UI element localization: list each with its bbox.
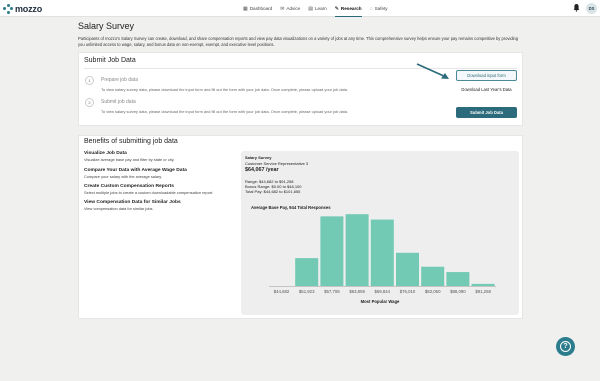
x-tick-label: $76,010 [400, 289, 416, 294]
help-button[interactable]: ? [556, 337, 575, 356]
dashboard-icon: ▦ [243, 5, 248, 12]
question-mark-icon: ? [560, 341, 571, 352]
chart-x-label: Most Popular Wage [360, 299, 400, 304]
book-icon: ▤ [308, 5, 313, 12]
download-input-form-button[interactable]: Download input form [456, 70, 517, 81]
nav-label: Research [340, 6, 362, 11]
card-title: Benefits of submitting job data [84, 138, 178, 145]
user-avatar[interactable]: DS [586, 3, 597, 14]
step-title: Prepare job data [101, 77, 138, 83]
submit-job-data-button[interactable]: Submit Job Data [456, 107, 517, 118]
chart-bar[interactable] [471, 283, 495, 286]
page-intro: Participants of mozzo's Salary Survey ca… [78, 36, 519, 47]
x-tick-label: $91,258 [475, 289, 491, 294]
nav-label: Safety [374, 6, 388, 11]
nav-research[interactable]: ✎ Research [334, 4, 362, 17]
chart-bar[interactable] [421, 266, 445, 286]
mozzo-logo[interactable]: mozzo [3, 3, 42, 14]
salary-survey-panel: Salary Survey Customer Service Represent… [241, 151, 519, 315]
step-description: To view salary survey data, please downl… [101, 109, 348, 114]
research-icon: ✎ [334, 5, 339, 12]
x-tick-label: $69,844 [375, 289, 391, 294]
nav-label: Advice [286, 6, 301, 11]
benefit-description: Select multiple jobs to create a custom … [84, 190, 214, 195]
benefit-description: Visualize average base pay and filter by… [84, 157, 175, 162]
x-tick-label: $88,090 [450, 289, 466, 294]
notification-bell-icon[interactable] [573, 3, 580, 12]
chart-bar[interactable] [370, 219, 394, 286]
chat-icon: ✉ [280, 5, 285, 12]
nav-dashboard[interactable]: ▦ Dashboard [243, 4, 272, 13]
step-number: 1 [85, 76, 94, 85]
benefit-title: View Compensation Data for Similar Jobs [84, 200, 181, 205]
benefit-item: Visualize Job Data Visualize average bas… [84, 151, 174, 162]
benefit-title: Create Custom Compensation Reports [84, 184, 174, 189]
download-last-year-button[interactable]: Download Last Year's Data [456, 84, 517, 95]
chart-bar[interactable] [295, 258, 319, 286]
submit-job-data-card: Submit Job Data 1 Prepare job data To vi… [78, 52, 523, 126]
x-tick-label: $82,050 [425, 289, 441, 294]
benefit-description: View compensation data for similar jobs. [84, 206, 154, 211]
shield-icon: ◌ [369, 5, 373, 12]
chart-bar[interactable] [446, 272, 470, 286]
step-title: Submit job data [101, 99, 136, 105]
nav-safety[interactable]: ◌ Safety [370, 4, 388, 13]
x-tick-label: $51,923 [299, 289, 315, 294]
pay-distribution-chart: $44,682 $51,923 $57,708 $63,859 $69,844 $76,0… [269, 214, 496, 294]
nav-label: Learn [314, 6, 327, 11]
benefit-item: Compare Your Data with Average Wage Data… [84, 168, 187, 179]
chart-bar[interactable] [345, 214, 369, 286]
chart-bar[interactable] [320, 216, 344, 286]
chart-bar[interactable] [396, 252, 419, 286]
main-nav: ▦ Dashboard ✉ Advice ▤ Learn ✎ Research … [243, 4, 388, 17]
benefit-item: View Compensation Data for Similar Jobs … [84, 200, 181, 211]
benefit-description: Compare your salary with the average sal… [84, 174, 162, 179]
nav-label: Dashboard [249, 6, 273, 11]
logo-dots-icon [3, 3, 13, 14]
x-tick-label: $44,682 [274, 289, 290, 294]
page-title: Salary Survey [78, 21, 135, 31]
nav-advice[interactable]: ✉ Advice [280, 4, 300, 13]
top-navigation-bar: mozzo ▦ Dashboard ✉ Advice ▤ Learn ✎ Res… [0, 0, 600, 17]
benefit-item: Create Custom Compensation Reports Selec… [84, 184, 213, 195]
x-tick-label: $57,708 [324, 289, 340, 294]
benefit-title: Visualize Job Data [84, 151, 127, 156]
x-tick-label: $63,859 [349, 289, 365, 294]
brand-name: mozzo [15, 3, 42, 14]
benefit-title: Compare Your Data with Average Wage Data [84, 168, 187, 173]
divider [84, 68, 517, 69]
nav-learn[interactable]: ▤ Learn [308, 4, 326, 13]
benefits-card: Benefits of submitting job data Visualiz… [78, 135, 523, 319]
card-title: Submit Job Data [84, 57, 136, 64]
step-number: 2 [85, 98, 94, 107]
pointer-arrow-icon [416, 63, 449, 79]
step-description: To view salary survey data, please downl… [101, 87, 348, 92]
